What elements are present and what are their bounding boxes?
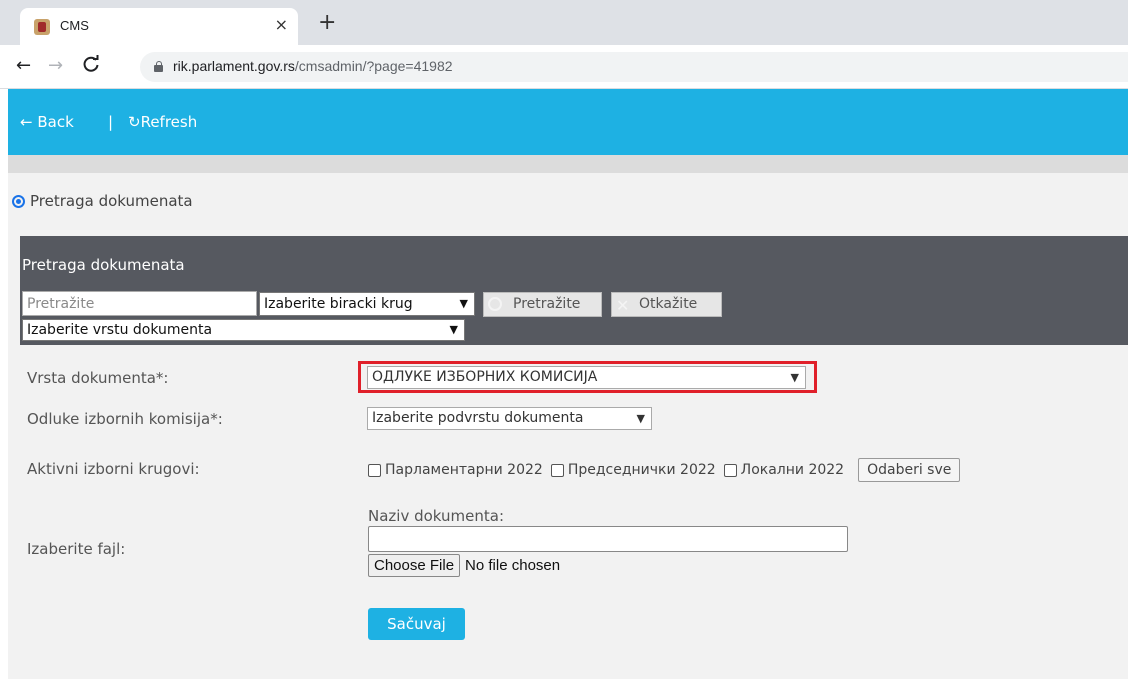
krug-select[interactable]: Izaberite biracki krug ▼	[259, 292, 475, 316]
checkbox-label: Председнички 2022	[567, 462, 716, 478]
naziv-input[interactable]	[368, 526, 848, 552]
browser-reload-icon[interactable]	[82, 55, 100, 79]
odluke-label: Odluke izbornih komisija*:	[27, 410, 223, 428]
back-link[interactable]: ← Back	[20, 113, 74, 131]
search-input[interactable]	[22, 291, 257, 316]
vrsta-filter-value: Izaberite vrstu dokumenta	[27, 322, 213, 338]
tab-title: CMS	[60, 18, 89, 33]
cms-header: ← Back | ↻Refresh	[8, 89, 1128, 155]
header-divider	[8, 155, 1128, 173]
file-status: No file chosen	[465, 557, 561, 574]
vrsta-filter-select[interactable]: Izaberite vrstu dokumenta ▼	[22, 319, 465, 341]
favicon-icon	[34, 19, 50, 35]
naziv-label: Naziv dokumenta:	[368, 507, 505, 525]
krugovi-label: Aktivni izborni krugovi:	[27, 460, 200, 478]
cancel-button[interactable]: ✕ Otkažite	[611, 292, 722, 317]
url-text: rik.parlament.gov.rs/cmsadmin/?page=4198…	[173, 58, 453, 74]
chevron-down-icon: ▼	[790, 371, 799, 384]
vrsta-select[interactable]: ОДЛУКЕ ИЗБОРНИХ КОМИСИЈА ▼	[367, 366, 806, 389]
search-radio-label: Pretraga dokumenata	[30, 192, 193, 210]
search-radio[interactable]: Pretraga dokumenata	[12, 192, 193, 210]
browser-back-icon[interactable]: ←	[16, 55, 31, 77]
podvrsta-select-value: Izaberite podvrstu dokumenta	[372, 410, 584, 426]
search-button[interactable]: Pretražite	[483, 292, 602, 317]
search-button-label: Pretražite	[513, 296, 581, 312]
browser-tab-bar: CMS × +	[0, 0, 1128, 45]
chevron-down-icon: ▼	[459, 297, 468, 310]
checkbox-item[interactable]: Парламентарни 2022	[368, 462, 543, 478]
header-separator: |	[108, 113, 114, 131]
fajl-label: Izaberite fajl:	[27, 540, 126, 558]
checkbox-label: Парламентарни 2022	[385, 462, 543, 478]
chevron-down-icon: ▼	[636, 412, 645, 425]
checkbox[interactable]	[368, 463, 381, 477]
search-panel: Pretraga dokumenata Izaberite biracki kr…	[20, 236, 1128, 345]
checkbox[interactable]	[550, 463, 564, 477]
podvrsta-select[interactable]: Izaberite podvrstu dokumenta ▼	[367, 407, 652, 430]
checkbox-label: Локални 2022	[740, 462, 845, 478]
select-all-button[interactable]: Odaberi sve	[858, 458, 961, 482]
vrsta-label: Vrsta dokumenta*:	[27, 369, 169, 387]
new-tab-icon[interactable]: +	[318, 12, 336, 34]
browser-forward-icon[interactable]: →	[48, 55, 63, 77]
krug-select-value: Izaberite biracki krug	[264, 296, 413, 312]
search-panel-title: Pretraga dokumenata	[22, 256, 185, 274]
lock-icon	[154, 61, 163, 72]
address-bar[interactable]: rik.parlament.gov.rs/cmsadmin/?page=4198…	[140, 52, 1128, 82]
file-picker: Choose File No file chosen	[368, 554, 560, 577]
save-button[interactable]: Sačuvaj	[368, 608, 465, 640]
tab-close-icon[interactable]: ×	[275, 15, 288, 34]
browser-toolbar: ← → rik.parlament.gov.rs/cmsadmin/?page=…	[0, 45, 1128, 89]
close-icon: ✕	[616, 296, 630, 315]
checkbox-item[interactable]: Председнички 2022	[550, 462, 716, 478]
refresh-link[interactable]: ↻Refresh	[128, 113, 197, 131]
browser-tab[interactable]: CMS ×	[20, 8, 298, 45]
cancel-button-label: Otkažite	[639, 296, 698, 312]
search-icon	[488, 297, 502, 311]
checkbox-item[interactable]: Локални 2022	[723, 462, 845, 478]
checkbox[interactable]	[723, 463, 737, 477]
chevron-down-icon: ▼	[449, 323, 458, 336]
krugovi-checkboxes: Парламентарни 2022 Председнички 2022 Лок…	[368, 458, 961, 482]
vrsta-select-value: ОДЛУКЕ ИЗБОРНИХ КОМИСИЈА	[372, 369, 598, 385]
choose-file-button[interactable]: Choose File	[368, 554, 461, 577]
radio-selected-icon[interactable]	[12, 194, 25, 208]
